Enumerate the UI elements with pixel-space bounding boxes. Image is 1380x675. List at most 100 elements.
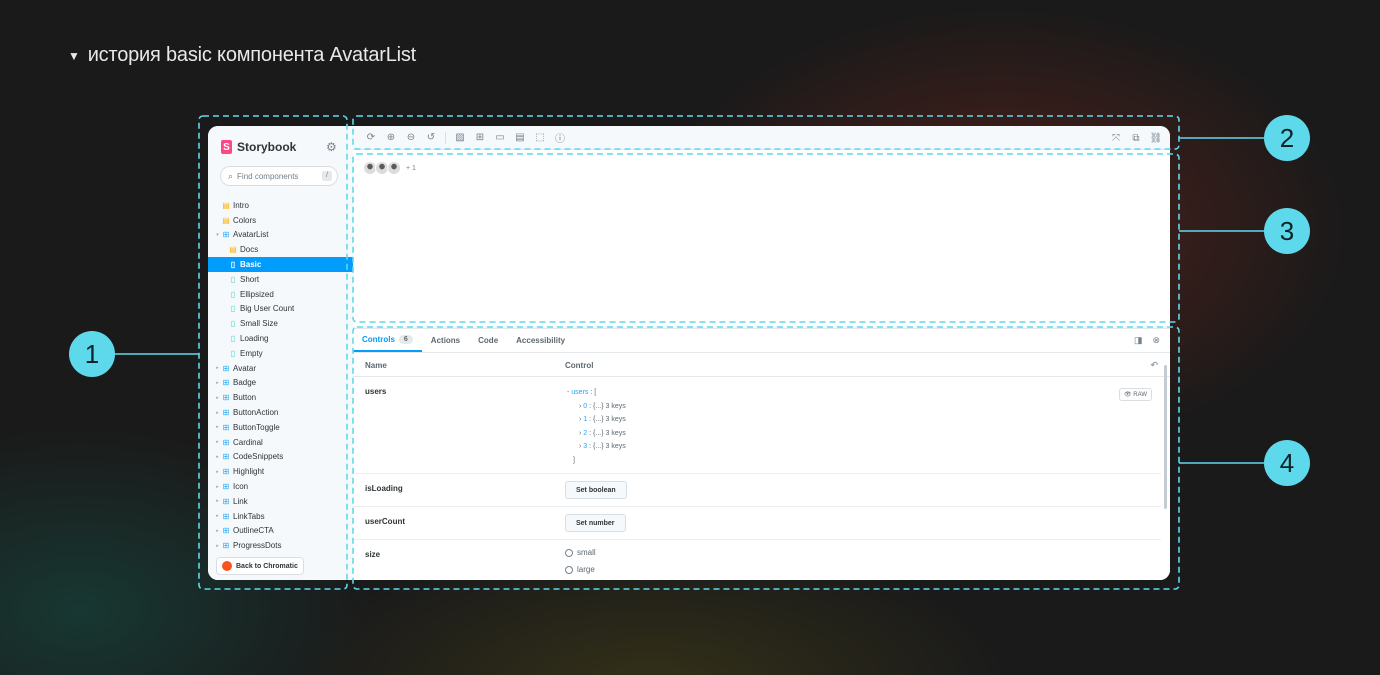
sidebar-item-avatar[interactable]: ▸ ⊞ Avatar xyxy=(208,361,353,376)
fullscreen-icon[interactable]: ⤧ xyxy=(1106,133,1126,144)
expand-arrow-icon[interactable]: ▸ xyxy=(214,543,221,549)
sidebar-item-loading[interactable]: ▯ Loading xyxy=(208,331,353,346)
users-json-editor[interactable]: - users : [ › 0 : {...} 3 keys › 1 : {..… xyxy=(567,386,626,468)
controls-count-badge: 6 xyxy=(398,335,413,344)
sidebar-item-ellipsized[interactable]: ▯ Ellipsized xyxy=(208,287,353,302)
background-icon[interactable]: ▨ xyxy=(450,132,470,143)
tab-accessibility[interactable]: Accessibility xyxy=(507,329,574,352)
raw-toggle-button[interactable]: 👁 RAW xyxy=(1119,388,1153,401)
section-heading[interactable]: ▼ история basic компонента AvatarList xyxy=(68,44,416,67)
search-input[interactable]: ⌕ Find components / xyxy=(220,166,338,186)
chromatic-logo-icon xyxy=(222,561,232,571)
brand[interactable]: S Storybook xyxy=(221,140,296,154)
expand-arrow-icon[interactable]: ▸ xyxy=(214,469,221,475)
component-icon: ⊞ xyxy=(222,422,230,432)
sidebar-item-label: Link xyxy=(233,496,248,506)
expand-arrow-icon[interactable]: ▸ xyxy=(214,410,221,416)
json-key: users xyxy=(571,389,589,396)
expand-arrow-icon[interactable]: ▸ xyxy=(214,365,221,371)
copy-link-icon[interactable]: ⛓ xyxy=(1146,133,1166,144)
set-number-button[interactable]: Set number xyxy=(565,514,626,532)
sidebar-item-label: Loading xyxy=(240,334,269,344)
reload-icon[interactable]: ⟳ xyxy=(361,132,381,143)
expand-arrow-icon[interactable]: ▸ xyxy=(214,424,221,430)
sidebar-item-basic[interactable]: ▯ Basic xyxy=(208,257,353,272)
tab-actions[interactable]: Actions xyxy=(422,329,469,352)
story-icon: ▯ xyxy=(230,289,236,299)
sidebar-item-progressdots[interactable]: ▸ ⊞ ProgressDots xyxy=(208,538,353,553)
sidebar-item-outlinecta[interactable]: ▸ ⊞ OutlineCTA xyxy=(208,524,353,539)
sidebar-item-cardinal[interactable]: ▸ ⊞ Cardinal xyxy=(208,435,353,450)
component-icon: ⊞ xyxy=(222,467,230,477)
expand-arrow-icon[interactable]: ▸ xyxy=(214,498,221,504)
brand-name: Storybook xyxy=(237,140,297,154)
panel-orientation-icon[interactable]: ◨ xyxy=(1134,335,1143,346)
expand-arrow-icon[interactable]: ▸ xyxy=(214,380,221,386)
tab-controls[interactable]: Controls 6 xyxy=(353,329,422,352)
story-icon: ▯ xyxy=(230,260,236,270)
json-entry[interactable]: › 1 : {...} 3 keys xyxy=(567,413,626,427)
sidebar-item-buttontoggle[interactable]: ▸ ⊞ ButtonToggle xyxy=(208,420,353,435)
zoom-out-icon[interactable]: ⊖ xyxy=(401,132,421,143)
sidebar-item-link[interactable]: ▸ ⊞ Link xyxy=(208,494,353,509)
grid-icon[interactable]: ⊞ xyxy=(470,132,490,143)
sidebar-item-colors[interactable]: ▤ Colors xyxy=(208,213,353,228)
viewport-icon[interactable]: ▭ xyxy=(490,132,510,143)
set-boolean-button[interactable]: Set boolean xyxy=(565,481,627,499)
json-entry[interactable]: › 3 : {...} 3 keys xyxy=(567,440,626,454)
sidebar-item-button[interactable]: ▸ ⊞ Button xyxy=(208,390,353,405)
json-entry[interactable]: › 0 : {...} 3 keys xyxy=(567,400,626,414)
component-icon: ⊞ xyxy=(222,393,230,403)
sidebar-item-linktabs[interactable]: ▸ ⊞ LinkTabs xyxy=(208,509,353,524)
sidebar-item-codesnippets[interactable]: ▸ ⊞ CodeSnippets xyxy=(208,450,353,465)
sidebar-item-docs[interactable]: ▤ Docs xyxy=(208,242,353,257)
sidebar-item-label: Highlight xyxy=(233,467,265,477)
sidebar-item-icon[interactable]: ▸ ⊞ Icon xyxy=(208,479,353,494)
document-icon: ▤ xyxy=(222,200,230,210)
zoom-reset-icon[interactable]: ↺ xyxy=(421,132,441,143)
table-row: isLoading Set boolean xyxy=(353,474,1161,507)
radio-small[interactable]: small xyxy=(565,548,596,557)
zoom-in-icon[interactable]: ⊕ xyxy=(381,132,401,143)
json-entry[interactable]: › 2 : {...} 3 keys xyxy=(567,427,626,441)
expand-arrow-icon[interactable]: ▸ xyxy=(214,395,221,401)
expand-arrow-icon[interactable]: ▸ xyxy=(214,513,221,519)
expand-arrow-icon[interactable]: ▸ xyxy=(214,454,221,460)
component-icon: ⊞ xyxy=(222,408,230,418)
addons-panel: Controls 6 Actions Code Accessibility ◨ … xyxy=(353,328,1170,580)
sidebar-item-label: Docs xyxy=(240,245,259,255)
gear-icon[interactable]: ⚙ xyxy=(326,140,337,154)
sidebar-item-label: CodeSnippets xyxy=(233,452,284,462)
back-to-chromatic-button[interactable]: Back to Chromatic xyxy=(216,557,304,575)
radio-icon xyxy=(565,548,573,557)
accessibility-icon[interactable]: ⓘ xyxy=(550,130,570,145)
sidebar-item-label: Badge xyxy=(233,378,257,388)
table-row: userCount Set number xyxy=(353,507,1161,540)
sidebar-item-small-size[interactable]: ▯ Small Size xyxy=(208,316,353,331)
json-close: ] xyxy=(573,456,575,464)
radio-large[interactable]: large xyxy=(565,565,595,574)
sidebar-item-label: OutlineCTA xyxy=(233,526,274,536)
sidebar-item-highlight[interactable]: ▸ ⊞ Highlight xyxy=(208,464,353,479)
close-panel-icon[interactable]: ⊗ xyxy=(1152,335,1160,346)
sidebar-item-label: Ellipsized xyxy=(240,289,274,299)
expand-arrow-icon[interactable]: ▸ xyxy=(214,528,221,534)
reset-icon[interactable]: ↶ xyxy=(1150,360,1158,371)
sidebar-item-avatarlist[interactable]: ▾ ⊞ AvatarList xyxy=(208,228,353,243)
tab-code[interactable]: Code xyxy=(469,329,507,352)
expand-arrow-icon[interactable]: ▸ xyxy=(214,439,221,445)
sidebar-item-empty[interactable]: ▯ Empty xyxy=(208,346,353,361)
sidebar-item-badge[interactable]: ▸ ⊞ Badge xyxy=(208,376,353,391)
sidebar-item-label: Avatar xyxy=(233,363,256,373)
sidebar-item-short[interactable]: ▯ Short xyxy=(208,272,353,287)
outline-icon[interactable]: ⬚ xyxy=(530,132,550,143)
expand-arrow-icon[interactable]: ▾ xyxy=(214,232,221,238)
sidebar-item-label: Icon xyxy=(233,482,249,492)
expand-arrow-icon[interactable]: ▸ xyxy=(214,484,221,490)
open-new-tab-icon[interactable]: ⧉ xyxy=(1126,133,1146,144)
scrollbar[interactable] xyxy=(1164,365,1167,509)
measure-icon[interactable]: ▤ xyxy=(510,132,530,143)
sidebar-item-intro[interactable]: ▤ Intro xyxy=(208,198,353,213)
sidebar-item-buttonaction[interactable]: ▸ ⊞ ButtonAction xyxy=(208,405,353,420)
sidebar-item-big-user-count[interactable]: ▯ Big User Count xyxy=(208,302,353,317)
